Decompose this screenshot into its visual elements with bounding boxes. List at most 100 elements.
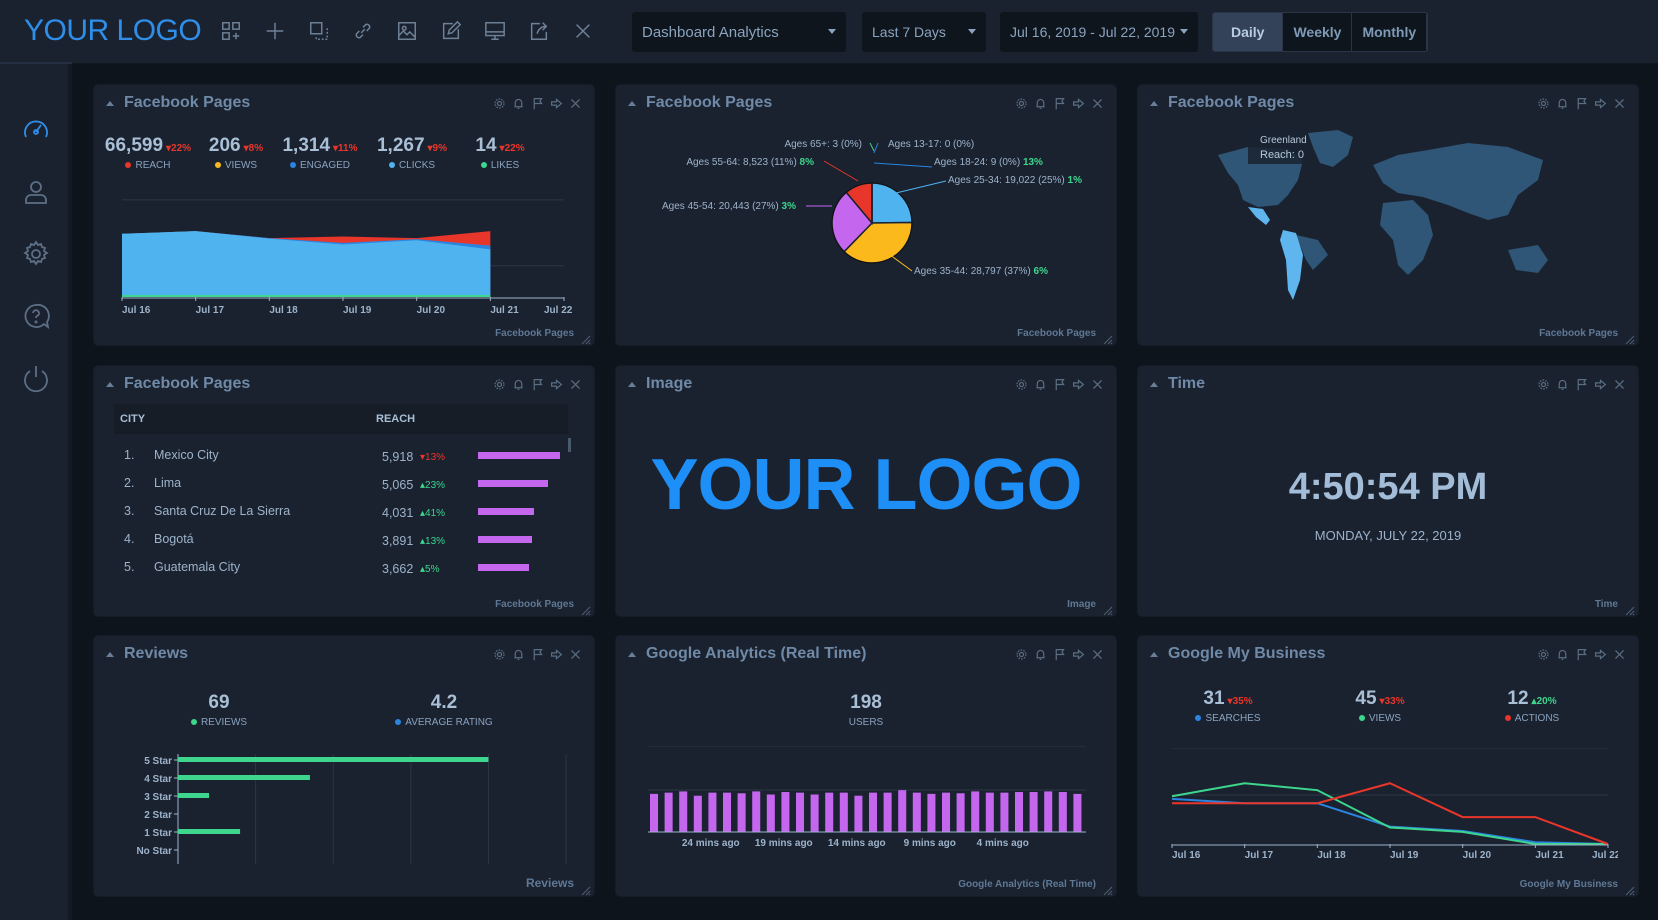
resize-handle[interactable] xyxy=(581,332,591,345)
app-logo[interactable]: YOUR LOGO xyxy=(24,14,202,48)
monitor-icon[interactable] xyxy=(482,18,508,44)
settings-icon[interactable] xyxy=(1536,377,1550,391)
granularity-daily[interactable]: Daily xyxy=(1213,13,1284,51)
help-icon[interactable] xyxy=(18,298,54,334)
bell-icon[interactable] xyxy=(1555,96,1569,110)
bell-icon[interactable] xyxy=(511,647,525,661)
bar[interactable] xyxy=(1058,792,1067,832)
bell-icon[interactable] xyxy=(1555,647,1569,661)
settings-icon[interactable] xyxy=(18,236,54,272)
bar[interactable] xyxy=(737,793,746,832)
image-icon[interactable] xyxy=(394,18,420,44)
bell-icon[interactable] xyxy=(511,377,525,391)
collapse-icon[interactable] xyxy=(106,382,114,387)
resize-handle[interactable] xyxy=(1625,603,1635,616)
range-select[interactable]: Last 7 Days xyxy=(862,12,986,52)
close-icon[interactable] xyxy=(568,377,582,391)
bar[interactable] xyxy=(178,793,210,798)
flag-icon[interactable] xyxy=(1574,377,1588,391)
settings-icon[interactable] xyxy=(1014,96,1028,110)
bar[interactable] xyxy=(810,794,819,832)
bar[interactable] xyxy=(971,791,980,832)
add-widget-icon[interactable] xyxy=(218,18,244,44)
table-row[interactable]: 3. Santa Cruz De La Sierra 4,031 ▴41% xyxy=(124,504,564,526)
bar[interactable] xyxy=(942,792,951,832)
close-icon[interactable] xyxy=(1612,647,1626,661)
share-icon[interactable] xyxy=(526,18,552,44)
bar[interactable] xyxy=(1029,792,1038,832)
pie-slice[interactable] xyxy=(871,182,913,224)
bar[interactable] xyxy=(869,792,878,832)
scrollbar[interactable] xyxy=(568,438,571,452)
resize-handle[interactable] xyxy=(1625,883,1635,896)
close-icon[interactable] xyxy=(570,18,596,44)
bar[interactable] xyxy=(766,794,775,832)
edit-icon[interactable] xyxy=(438,18,464,44)
export-icon[interactable] xyxy=(549,647,563,661)
bar[interactable] xyxy=(927,793,936,832)
close-icon[interactable] xyxy=(1090,647,1104,661)
collapse-icon[interactable] xyxy=(628,652,636,657)
flag-icon[interactable] xyxy=(530,377,544,391)
settings-icon[interactable] xyxy=(1536,647,1550,661)
bar[interactable] xyxy=(1073,793,1082,832)
user-icon[interactable] xyxy=(18,174,54,210)
bell-icon[interactable] xyxy=(511,96,525,110)
dashboard-select[interactable]: Dashboard Analytics xyxy=(632,12,846,52)
export-icon[interactable] xyxy=(549,96,563,110)
collapse-icon[interactable] xyxy=(628,101,636,106)
bar[interactable] xyxy=(781,792,790,832)
export-icon[interactable] xyxy=(1071,647,1085,661)
settings-icon[interactable] xyxy=(492,96,506,110)
bar[interactable] xyxy=(796,792,805,832)
bar[interactable] xyxy=(723,792,732,832)
flag-icon[interactable] xyxy=(1052,96,1066,110)
collapse-icon[interactable] xyxy=(1150,101,1158,106)
date-range-select[interactable]: Jul 16, 2019 - Jul 22, 2019 xyxy=(1000,12,1198,52)
bell-icon[interactable] xyxy=(1033,96,1047,110)
collapse-icon[interactable] xyxy=(106,101,114,106)
close-icon[interactable] xyxy=(1612,96,1626,110)
flag-icon[interactable] xyxy=(1052,647,1066,661)
bar[interactable] xyxy=(178,775,310,780)
close-icon[interactable] xyxy=(1090,377,1104,391)
flag-icon[interactable] xyxy=(1574,96,1588,110)
bar[interactable] xyxy=(178,829,241,834)
granularity-weekly[interactable]: Weekly xyxy=(1283,13,1353,51)
plus-icon[interactable] xyxy=(262,18,288,44)
bell-icon[interactable] xyxy=(1033,647,1047,661)
bar[interactable] xyxy=(752,791,761,832)
bar[interactable] xyxy=(825,792,834,832)
settings-icon[interactable] xyxy=(1014,377,1028,391)
bar[interactable] xyxy=(1015,792,1024,832)
resize-handle[interactable] xyxy=(581,883,591,896)
close-icon[interactable] xyxy=(1612,377,1626,391)
export-icon[interactable] xyxy=(1593,96,1607,110)
settings-icon[interactable] xyxy=(1536,96,1550,110)
table-row[interactable]: 4. Bogotá 3,891 ▴13% xyxy=(124,532,564,554)
duplicate-icon[interactable] xyxy=(306,18,332,44)
dashboard-icon[interactable] xyxy=(18,112,54,148)
bar[interactable] xyxy=(985,792,994,832)
resize-handle[interactable] xyxy=(581,603,591,616)
table-row[interactable]: 5. Guatemala City 3,662 ▴5% xyxy=(124,560,564,582)
resize-handle[interactable] xyxy=(1103,332,1113,345)
resize-handle[interactable] xyxy=(1625,332,1635,345)
collapse-icon[interactable] xyxy=(628,382,636,387)
bar[interactable] xyxy=(693,795,702,832)
settings-icon[interactable] xyxy=(492,377,506,391)
export-icon[interactable] xyxy=(549,377,563,391)
bar[interactable] xyxy=(679,791,688,832)
export-icon[interactable] xyxy=(1071,377,1085,391)
column-header-reach[interactable]: REACH xyxy=(376,413,415,425)
table-row[interactable]: 1. Mexico City 5,918 ▾13% xyxy=(124,448,564,470)
bar[interactable] xyxy=(664,792,673,832)
flag-icon[interactable] xyxy=(1574,647,1588,661)
close-icon[interactable] xyxy=(568,647,582,661)
settings-icon[interactable] xyxy=(1014,647,1028,661)
resize-handle[interactable] xyxy=(1103,603,1113,616)
bar[interactable] xyxy=(650,793,659,832)
power-icon[interactable] xyxy=(18,360,54,396)
bar[interactable] xyxy=(178,757,489,762)
collapse-icon[interactable] xyxy=(1150,382,1158,387)
